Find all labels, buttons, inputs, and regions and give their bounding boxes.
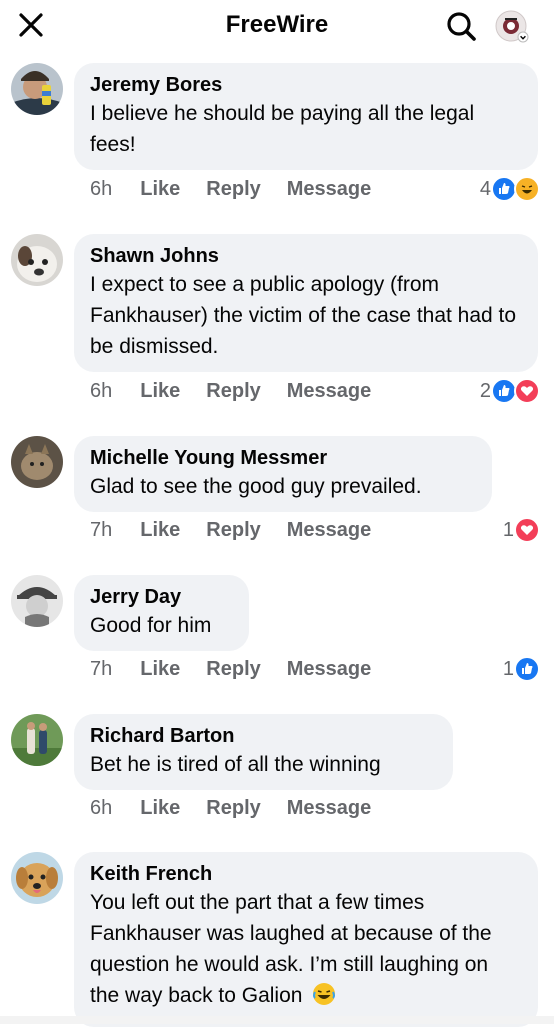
message-button[interactable]: Message <box>287 519 372 541</box>
comment-text: Bet he is tired of all the winning <box>90 753 381 776</box>
reaction-summary[interactable]: 1 <box>503 517 540 543</box>
reply-button[interactable]: Reply <box>206 797 260 819</box>
message-button[interactable]: Message <box>287 178 372 200</box>
like-reaction-icon <box>514 656 540 682</box>
reply-button[interactable]: Reply <box>206 658 260 680</box>
comment-author[interactable]: Michelle Young Messmer <box>90 445 475 471</box>
reaction-summary[interactable]: 4 <box>480 176 540 202</box>
reply-button[interactable]: Reply <box>206 519 260 541</box>
comment-text-body: You left out the part that a few times F… <box>90 891 492 1007</box>
like-button[interactable]: Like <box>140 380 180 402</box>
comment-bubble: Richard Barton Bet he is tired of all th… <box>74 714 453 790</box>
reaction-count: 1 <box>502 657 514 680</box>
comment-author[interactable]: Shawn Johns <box>90 243 521 269</box>
comment-actions: 7h Like Reply Message <box>90 519 397 542</box>
comment-bubble: Keith French You left out the part that … <box>74 852 538 1027</box>
reply-button[interactable]: Reply <box>206 178 260 200</box>
love-reaction-icon <box>514 517 540 543</box>
top-bar: FreeWire <box>0 0 554 54</box>
comment-text: I expect to see a public apology (from F… <box>90 273 517 358</box>
comment-actions: 6h Like Reply Message <box>90 797 397 820</box>
laughing-emoji-icon <box>312 982 336 1015</box>
haha-reaction-icon <box>514 176 540 202</box>
comment-bubble: Jeremy Bores I believe he should be payi… <box>74 63 538 170</box>
comment-time[interactable]: 6h <box>90 797 112 819</box>
message-button[interactable]: Message <box>287 380 372 402</box>
reaction-count: 1 <box>502 518 514 541</box>
comment-text: Glad to see the good guy prevailed. <box>90 475 422 498</box>
comment-author[interactable]: Keith French <box>90 861 521 887</box>
comment-author[interactable]: Jeremy Bores <box>90 72 521 98</box>
reaction-count: 2 <box>479 379 491 402</box>
message-button[interactable]: Message <box>287 658 372 680</box>
comment-time[interactable]: 7h <box>90 658 112 680</box>
message-button[interactable]: Message <box>287 797 372 819</box>
comment-text: I believe he should be paying all the le… <box>90 102 475 156</box>
comment-author[interactable]: Richard Barton <box>90 723 436 749</box>
like-button[interactable]: Like <box>140 519 180 541</box>
comment-time[interactable]: 7h <box>90 519 112 541</box>
reaction-summary[interactable]: 1 <box>503 656 540 682</box>
love-reaction-icon <box>514 378 540 404</box>
comment-author[interactable]: Jerry Day <box>90 584 232 610</box>
comment-actions: 6h Like Reply Message <box>90 178 397 201</box>
reply-button[interactable]: Reply <box>206 380 260 402</box>
reaction-count: 4 <box>479 177 491 200</box>
like-button[interactable]: Like <box>140 797 180 819</box>
search-icon[interactable] <box>443 8 479 44</box>
comment-text: Good for him <box>90 614 212 637</box>
like-button[interactable]: Like <box>140 178 180 200</box>
avatar[interactable] <box>11 852 63 904</box>
comment-text: You left out the part that a few times F… <box>90 887 521 1015</box>
avatar[interactable] <box>11 575 63 627</box>
comment-actions: 6h Like Reply Message <box>90 380 397 403</box>
comment-time[interactable]: 6h <box>90 380 112 402</box>
comment-bubble: Shawn Johns I expect to see a public apo… <box>74 234 538 372</box>
comment-time[interactable]: 6h <box>90 178 112 200</box>
avatar[interactable] <box>11 234 63 286</box>
profile-menu-icon[interactable] <box>494 8 530 44</box>
comment-bubble: Jerry Day Good for him <box>74 575 249 651</box>
like-button[interactable]: Like <box>140 658 180 680</box>
bottom-bar <box>0 1016 554 1024</box>
avatar[interactable] <box>11 63 63 115</box>
avatar[interactable] <box>11 714 63 766</box>
comment-bubble: Michelle Young Messmer Glad to see the g… <box>74 436 492 512</box>
reaction-summary[interactable]: 2 <box>480 378 540 404</box>
comment-actions: 7h Like Reply Message <box>90 658 397 681</box>
avatar[interactable] <box>11 436 63 488</box>
